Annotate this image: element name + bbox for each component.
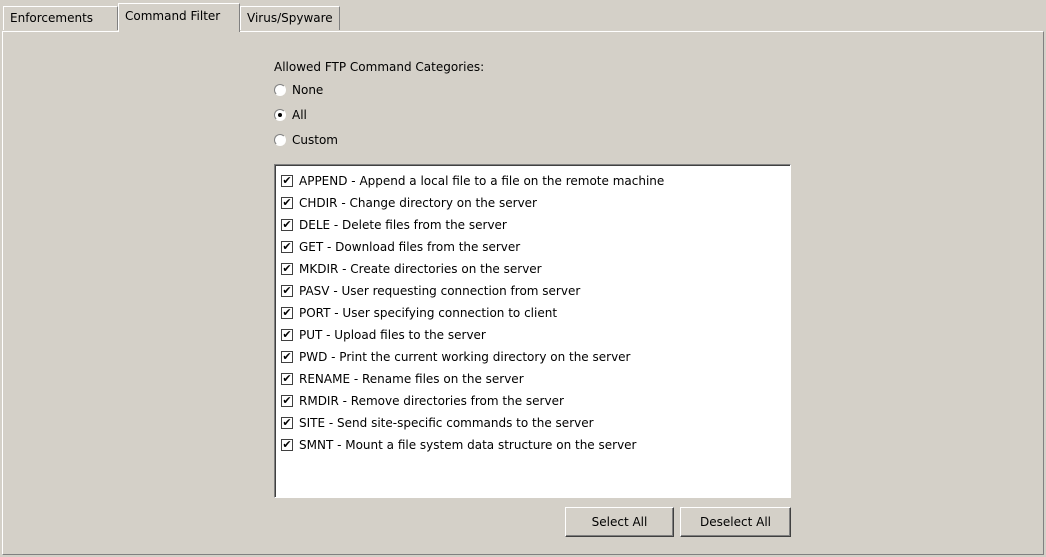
radio-all[interactable]: All [274,106,307,124]
radio-button-icon[interactable] [274,84,286,96]
tab-label: Virus/Spyware [247,11,333,25]
tab-virus-spyware[interactable]: Virus/Spyware [240,6,340,30]
list-item-site[interactable]: ✔ SITE - Send site-specific commands to … [275,412,790,434]
tab-command-filter[interactable]: Command Filter [118,3,240,32]
tab-enforcements[interactable]: Enforcements [3,6,118,30]
checkbox-checked-icon[interactable]: ✔ [281,285,293,297]
list-item-label: APPEND - Append a local file to a file o… [299,174,665,188]
list-item-pasv[interactable]: ✔ PASV - User requesting connection from… [275,280,790,302]
checkbox-checked-icon[interactable]: ✔ [281,373,293,385]
list-item-label: GET - Download files from the server [299,240,521,254]
checkbox-checked-icon[interactable]: ✔ [281,241,293,253]
list-item-label: CHDIR - Change directory on the server [299,196,537,210]
radio-label: All [292,108,307,122]
list-item-label: SITE - Send site-specific commands to th… [299,416,594,430]
checkbox-checked-icon[interactable]: ✔ [281,219,293,231]
checkbox-checked-icon[interactable]: ✔ [281,197,293,209]
list-item-label: PASV - User requesting connection from s… [299,284,581,298]
list-item-get[interactable]: ✔ GET - Download files from the server [275,236,790,258]
tab-strip: Enforcements Command Filter Virus/Spywar… [0,0,1046,32]
checkbox-checked-icon[interactable]: ✔ [281,439,293,451]
list-item-put[interactable]: ✔ PUT - Upload files to the server [275,324,790,346]
select-all-button[interactable]: Select All [565,507,674,537]
list-item-label: PWD - Print the current working director… [299,350,631,364]
checkbox-checked-icon[interactable]: ✔ [281,329,293,341]
list-item-append[interactable]: ✔ APPEND - Append a local file to a file… [275,170,790,192]
radio-label: None [292,83,324,97]
list-item-label: RENAME - Rename files on the server [299,372,524,386]
deselect-all-button[interactable]: Deselect All [680,507,791,537]
checkbox-checked-icon[interactable]: ✔ [281,307,293,319]
list-item-label: MKDIR - Create directories on the server [299,262,542,276]
list-item-label: SMNT - Mount a file system data structur… [299,438,637,452]
list-item-label: PUT - Upload files to the server [299,328,486,342]
list-item-label: RMDIR - Remove directories from the serv… [299,394,564,408]
radio-button-selected-icon[interactable] [274,109,286,121]
radio-none[interactable]: None [274,81,323,99]
ftp-command-list[interactable]: ✔ APPEND - Append a local file to a file… [274,164,791,498]
list-item-rmdir[interactable]: ✔ RMDIR - Remove directories from the se… [275,390,790,412]
list-item-pwd[interactable]: ✔ PWD - Print the current working direct… [275,346,790,368]
category-group-label: Allowed FTP Command Categories: [274,60,485,74]
radio-label: Custom [292,133,338,147]
radio-custom[interactable]: Custom [274,131,338,149]
checkbox-checked-icon[interactable]: ✔ [281,395,293,407]
list-item-smnt[interactable]: ✔ SMNT - Mount a file system data struct… [275,434,790,456]
checkbox-checked-icon[interactable]: ✔ [281,175,293,187]
list-item-label: PORT - User specifying connection to cli… [299,306,558,320]
list-item-label: DELE - Delete files from the server [299,218,507,232]
list-item-port[interactable]: ✔ PORT - User specifying connection to c… [275,302,790,324]
list-item-mkdir[interactable]: ✔ MKDIR - Create directories on the serv… [275,258,790,280]
list-item-dele[interactable]: ✔ DELE - Delete files from the server [275,214,790,236]
list-item-chdir[interactable]: ✔ CHDIR - Change directory on the server [275,192,790,214]
tab-label: Command Filter [125,9,221,23]
list-item-rename[interactable]: ✔ RENAME - Rename files on the server [275,368,790,390]
checkbox-checked-icon[interactable]: ✔ [281,351,293,363]
checkbox-checked-icon[interactable]: ✔ [281,417,293,429]
radio-button-icon[interactable] [274,134,286,146]
checkbox-checked-icon[interactable]: ✔ [281,263,293,275]
tab-label: Enforcements [10,11,94,25]
